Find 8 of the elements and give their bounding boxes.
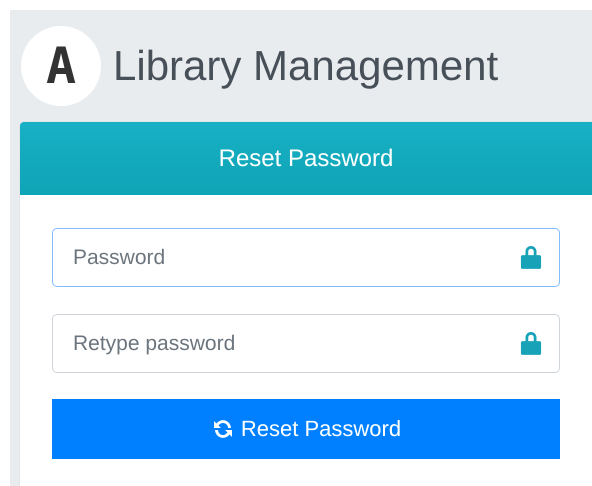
app-title: Library Management (113, 42, 498, 90)
lock-icon (520, 244, 542, 270)
lock-icon (520, 330, 542, 356)
password-field[interactable]: Retype password (52, 314, 560, 373)
logo-letter: A (46, 41, 76, 91)
card-title: Reset Password (218, 144, 394, 172)
reset-password-button[interactable]: Reset Password (52, 399, 560, 459)
password-field[interactable]: Password (52, 228, 560, 287)
